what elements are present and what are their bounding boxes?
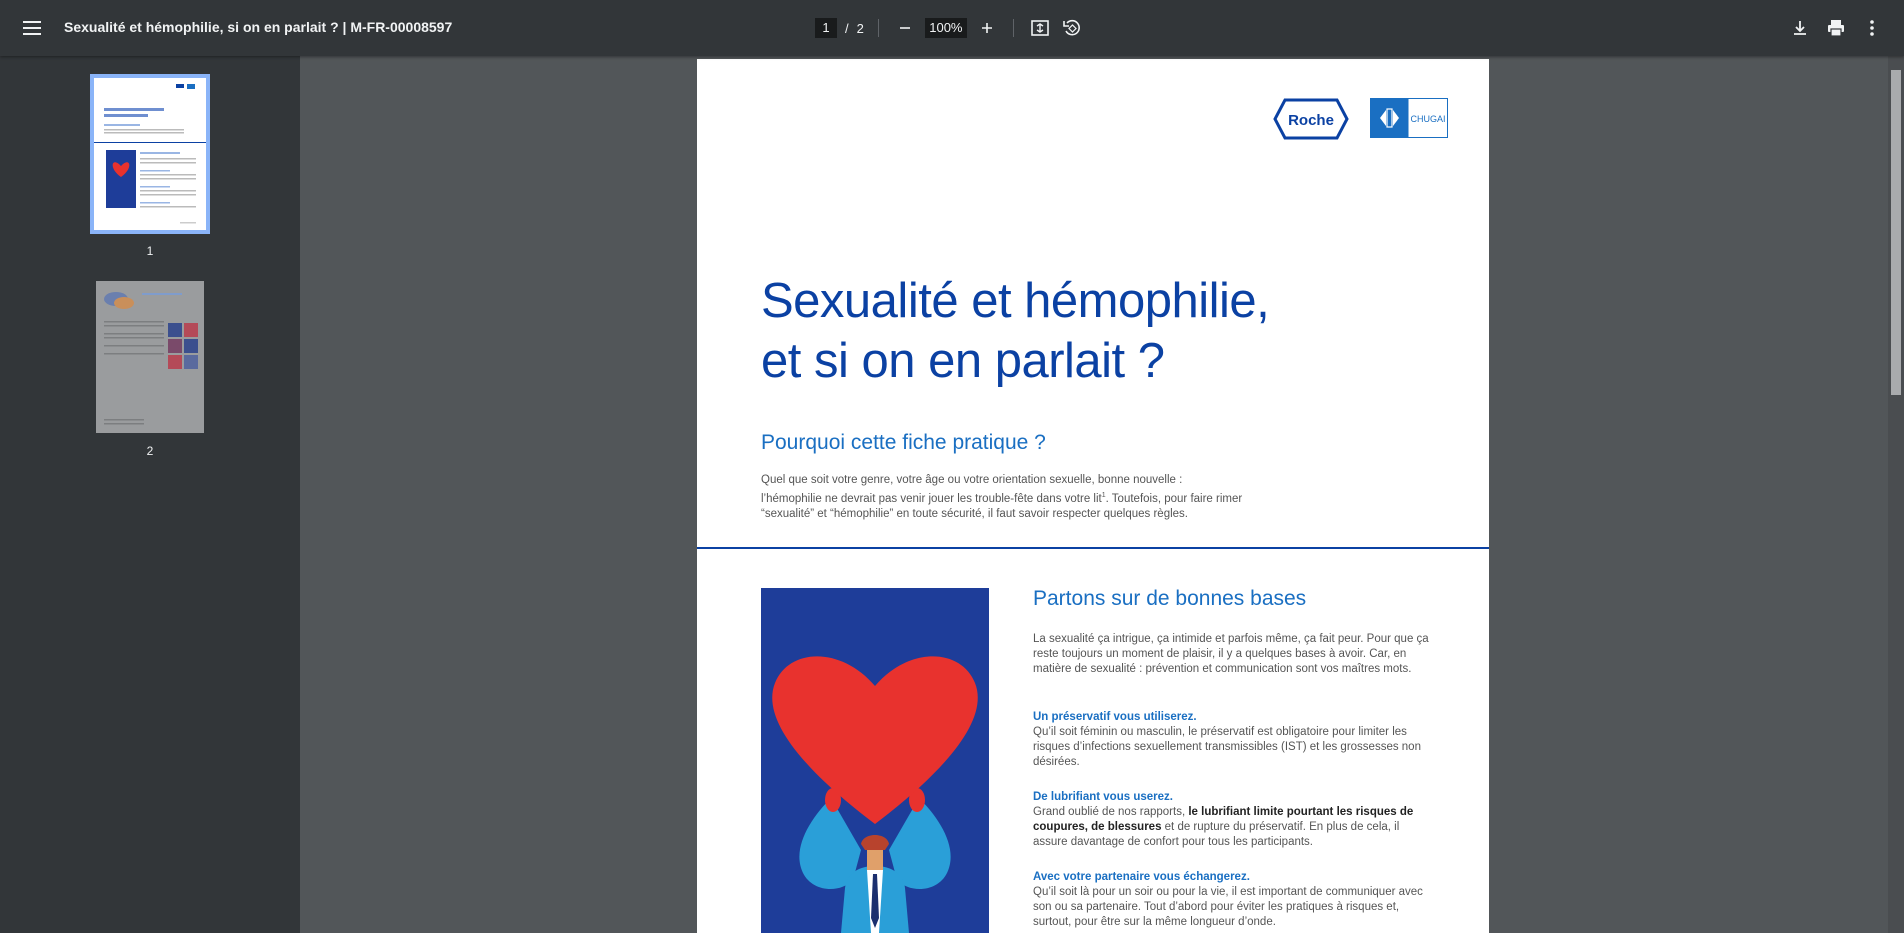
fit-page-icon[interactable] [1028,16,1052,40]
heart-illustration [761,588,989,933]
chugai-logo: CHUGAI [1370,98,1448,143]
tip-3-title: Avec votre partenaire vous échangerez. [1033,871,1250,883]
chugai-logo-text: CHUGAI [1410,114,1445,124]
intro-line-1: Quel que soit votre genre, votre âge ou … [761,474,1183,486]
page-zoom-controls: 1 / 2 100% [815,15,1084,41]
zoom-input[interactable]: 100% [924,18,967,38]
vertical-scrollbar[interactable] [1888,56,1904,933]
rotate-icon[interactable] [1060,16,1084,40]
tip-2-title: De lubrifiant vous userez. [1033,791,1173,803]
intro-line-2b: . Toutefois, pour faire rimer [1105,492,1243,505]
zoom-out-icon[interactable] [893,16,917,40]
toolbar-actions [1788,16,1884,40]
print-icon[interactable] [1824,16,1848,40]
intro-line-3: “sexualité” et “hémophilie” en toute séc… [761,507,1188,520]
tip-2-text-a: Grand oublié de nos rapports, [1033,806,1189,818]
thumbnail-page-1[interactable] [90,74,210,234]
toolbar-divider [877,19,879,37]
menu-icon[interactable] [20,16,44,40]
title-line-2: et si on en parlait ? [761,334,1165,388]
title-line-1: Sexualité et hémophilie, [761,274,1270,328]
thumbnail-label-2: 2 [146,444,154,458]
scrollbar-thumb[interactable] [1891,70,1901,395]
more-vert-icon[interactable] [1860,16,1884,40]
thumbnail-page-2[interactable] [96,281,204,433]
download-icon[interactable] [1788,16,1812,40]
zoom-in-icon[interactable] [975,16,999,40]
intro-line-2a: l’hémophilie ne devrait pas venir jouer … [761,492,1102,505]
section-divider [697,547,1489,549]
page-number-input[interactable]: 1 [815,18,837,38]
document-main-title: Sexualité et hémophilie, et si on en par… [761,271,1270,391]
pdf-page-1: Roche CHUGAI Sexualité et hémophilie, et… [697,59,1489,933]
roche-logo: Roche [1273,98,1349,145]
total-pages: 2 [856,20,864,36]
intro-paragraph: Quel que soit votre genre, votre âge ou … [761,473,1281,522]
tip-2-text: Grand oublié de nos rapports, le lubrifi… [1033,805,1433,850]
thumbnail-sidebar: 1 2 [0,56,300,933]
tip-block-1: Un préservatif vous utiliserez. Qu’il so… [1033,710,1433,770]
tip-3-text: Qu’il soit là pour un soir ou pour la vi… [1033,886,1423,928]
page-separator: / [845,20,849,36]
intro-heading: Pourquoi cette fiche pratique ? [761,431,1046,454]
tip-1-text: Qu’il soit féminin ou masculin, le prése… [1033,726,1421,768]
pdf-toolbar: Sexualité et hémophilie, si on en parlai… [0,0,1904,56]
thumbnail-label-1: 1 [146,244,154,258]
roche-logo-text: Roche [1288,112,1334,129]
toolbar-divider [1012,19,1014,37]
tip-1-title: Un préservatif vous utiliserez. [1033,711,1197,723]
tip-block-3: Avec votre partenaire vous échangerez. Q… [1033,870,1433,930]
section-paragraph: La sexualité ça intrigue, ça intimide et… [1033,633,1429,675]
document-title: Sexualité et hémophilie, si on en parlai… [64,19,453,35]
section-heading: Partons sur de bonnes bases [1033,587,1307,610]
tip-block-2: De lubrifiant vous userez. Grand oublié … [1033,790,1433,850]
